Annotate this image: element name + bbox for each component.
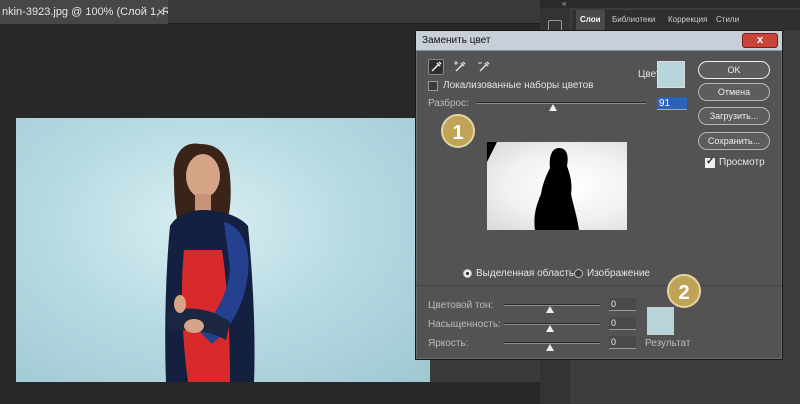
eyedropper-icon[interactable]: [428, 59, 444, 75]
fuzziness-slider[interactable]: [476, 102, 646, 104]
eyedropper-plus-icon[interactable]: [452, 59, 468, 75]
hue-label: Цветовой тон:: [428, 300, 494, 311]
document-tab-bar: nkin-3923.jpg @ 100% (Слой 1, RGB/8#) * …: [0, 0, 540, 24]
hue-input[interactable]: 0: [609, 298, 636, 311]
tab-styles[interactable]: Стили: [712, 10, 743, 30]
lightness-slider-thumb[interactable]: [546, 344, 554, 351]
tab-adjustments[interactable]: Коррекция: [664, 10, 711, 30]
photoshop-window: nkin-3923.jpg @ 100% (Слой 1, RGB/8#) * …: [0, 0, 800, 404]
lightness-label: Яркость:: [428, 338, 469, 349]
dialog-title: Заменить цвет: [422, 35, 491, 46]
saturation-label: Насыщенность:: [428, 319, 501, 330]
close-document-icon[interactable]: ×: [157, 0, 164, 24]
step-badge-2: 2: [667, 274, 701, 308]
load-button[interactable]: Загрузить...: [698, 107, 770, 125]
selection-preview[interactable]: [487, 142, 627, 230]
fuzziness-input[interactable]: 91: [657, 97, 687, 110]
result-color-swatch[interactable]: [647, 307, 674, 335]
result-label: Результат: [645, 338, 691, 349]
fuzziness-label: Разброс:: [428, 98, 469, 109]
collapse-panels-icon[interactable]: «: [562, 0, 566, 8]
selected-color-swatch[interactable]: [657, 61, 685, 88]
dialog-close-button[interactable]: x: [742, 33, 778, 48]
hue-slider-thumb[interactable]: [546, 306, 554, 313]
cancel-button[interactable]: Отмена: [698, 83, 770, 101]
document-tab-title: nkin-3923.jpg @ 100% (Слой 1, RGB/8#) *: [2, 6, 168, 18]
document-tab[interactable]: nkin-3923.jpg @ 100% (Слой 1, RGB/8#) * …: [0, 0, 168, 24]
selection-radio[interactable]: [463, 269, 472, 278]
panel-tab-bar: Слои Библиотеки Коррекция Стили: [572, 10, 800, 30]
image-radio[interactable]: [574, 269, 583, 278]
step-badge-1: 1: [441, 114, 475, 148]
localized-clusters-checkbox[interactable]: [428, 81, 438, 91]
woman-photo-illustration: [165, 143, 255, 382]
ok-button[interactable]: OK: [698, 61, 770, 79]
save-button[interactable]: Сохранить...: [698, 132, 770, 150]
saturation-input[interactable]: 0: [609, 317, 636, 330]
eyedropper-minus-icon[interactable]: [476, 59, 492, 75]
saturation-slider-thumb[interactable]: [546, 325, 554, 332]
localized-clusters-label: Локализованные наборы цветов: [443, 80, 594, 91]
tab-layers[interactable]: Слои: [576, 10, 605, 30]
selection-radio-label: Выделенная область: [476, 268, 575, 279]
dialog-title-bar[interactable]: Заменить цвет x: [416, 31, 782, 51]
selection-mask-silhouette: [487, 142, 579, 230]
document-image[interactable]: [16, 118, 430, 382]
preview-checkbox[interactable]: [705, 156, 715, 168]
preview-label: Просмотр: [719, 157, 765, 168]
replace-color-dialog: Заменить цвет x Цвет: Локализованные наб…: [415, 30, 783, 360]
lightness-input[interactable]: 0: [609, 336, 636, 349]
fuzziness-slider-thumb[interactable]: [548, 104, 557, 111]
image-radio-label: Изображение: [587, 268, 650, 279]
panel-header-strip: [540, 0, 800, 8]
tab-libraries[interactable]: Библиотеки: [608, 10, 659, 30]
